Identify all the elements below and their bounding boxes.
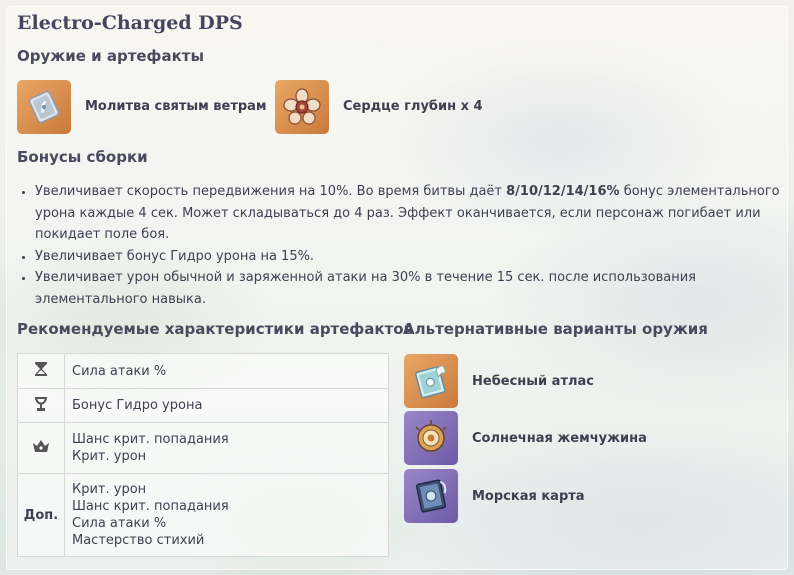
- map-icon[interactable]: [404, 469, 458, 523]
- stat-value: Шанс крит. попадания: [72, 432, 229, 447]
- alt-weapon-name[interactable]: Солнечная жемчужина: [472, 431, 647, 446]
- table-row: Сила атаки %: [17, 353, 389, 389]
- bonus-text: Увеличивает скорость передвижения на 10%…: [35, 184, 507, 199]
- bonus-heading: Бонусы сборки: [17, 148, 148, 166]
- artifact-set-icon[interactable]: [17, 80, 71, 134]
- stats-table: Сила атаки % Бонус Гидро урона Шанс крит…: [17, 353, 389, 557]
- artifact-flower-icon[interactable]: [275, 80, 329, 134]
- page-title: Electro-Charged DPS: [17, 12, 243, 34]
- stat-values: Шанс крит. попадания Крит. урон: [64, 422, 389, 474]
- substats-label: Доп.: [17, 473, 65, 557]
- bonus-item: Увеличивает скорость передвижения на 10%…: [35, 181, 785, 246]
- stat-values: Крит. урон Шанс крит. попадания Сила ата…: [64, 473, 389, 557]
- artifact-set-name[interactable]: Молитва святым ветрам: [85, 99, 267, 114]
- artifact-flower-name[interactable]: Сердце глубин x 4: [343, 99, 483, 114]
- stats-heading: Рекомендуемые характеристики артефактов: [17, 320, 414, 338]
- alt-weapon-name[interactable]: Небесный атлас: [472, 374, 594, 389]
- bonus-text: Увеличивает бонус Гидро урона на 15%.: [35, 248, 315, 264]
- bonus-text: Увеличивает урон обычной и заряженной ат…: [35, 270, 697, 307]
- stat-value: Крит. урон: [72, 482, 147, 497]
- stat-value: Мастерство стихий: [72, 533, 205, 548]
- stat-value: Крит. урон: [72, 449, 147, 464]
- stat-value: Шанс крит. попадания: [72, 499, 229, 514]
- stat-value: Сила атаки %: [64, 353, 389, 389]
- sands-icon: [17, 353, 65, 389]
- book-icon[interactable]: [404, 354, 458, 408]
- alt-weapons-heading: Альтернативные варианты оружия: [403, 320, 708, 338]
- weapons-heading: Оружие и артефакты: [17, 47, 205, 65]
- bonus-item: Увеличивает урон обычной и заряженной ат…: [35, 267, 785, 310]
- bonus-item: Увеличивает бонус Гидро урона на 15%.: [35, 246, 785, 268]
- bonus-list: Увеличивает скорость передвижения на 10%…: [18, 181, 785, 310]
- stat-value: Сила атаки %: [72, 516, 167, 531]
- stat-value: Бонус Гидро урона: [64, 388, 389, 423]
- goblet-icon: [17, 388, 65, 423]
- pearl-icon[interactable]: [404, 411, 458, 465]
- table-row: Бонус Гидро урона: [17, 388, 389, 423]
- table-row: Доп. Крит. урон Шанс крит. попадания Сил…: [17, 473, 389, 557]
- table-row: Шанс крит. попадания Крит. урон: [17, 422, 389, 474]
- alt-weapon-name[interactable]: Морская карта: [472, 489, 585, 504]
- circlet-icon: [17, 422, 65, 474]
- bonus-highlight: 8/10/12/14/16%: [506, 184, 620, 199]
